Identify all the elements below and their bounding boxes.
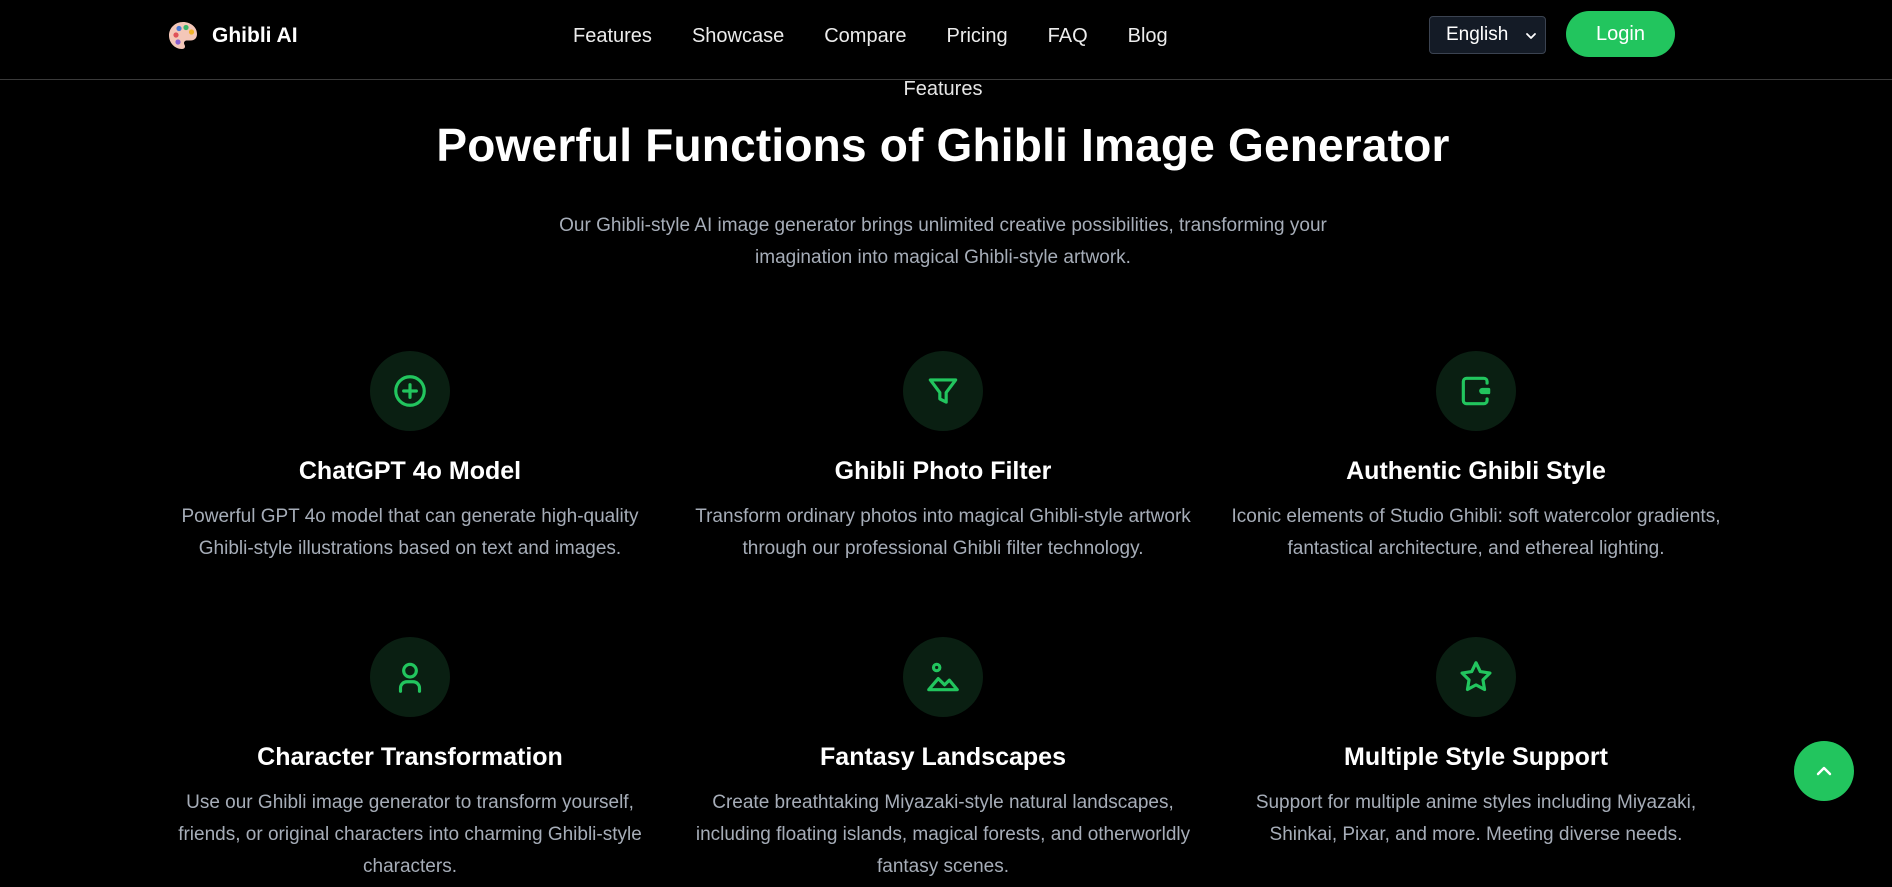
- user-icon: [398, 662, 422, 693]
- feature-description: Iconic elements of Studio Ghibli: soft w…: [1231, 506, 1721, 559]
- feature-title: Fantasy Landscapes: [820, 743, 1066, 771]
- feature-title: Authentic Ghibli Style: [1346, 457, 1606, 485]
- nav-features[interactable]: Features: [573, 25, 652, 48]
- landscape-icon: [927, 662, 959, 692]
- nav-blog[interactable]: Blog: [1128, 25, 1168, 48]
- language-select-value: English: [1446, 24, 1509, 45]
- feature-icon-badge: [903, 637, 983, 717]
- feature-title: Character Transformation: [257, 743, 563, 771]
- star-icon: [1460, 661, 1492, 692]
- chevron-down-icon: [1526, 33, 1536, 39]
- brand[interactable]: Ghibli AI: [166, 20, 298, 52]
- brand-name: Ghibli AI: [212, 24, 298, 47]
- chevron-up-icon: [1816, 766, 1832, 776]
- feature-card: Fantasy Landscapes Create breathtaking M…: [683, 637, 1203, 883]
- nav-compare[interactable]: Compare: [824, 25, 906, 48]
- feature-title: Ghibli Photo Filter: [834, 457, 1052, 485]
- login-button[interactable]: Login: [1566, 11, 1675, 57]
- feature-card: Ghibli Photo Filter Transform ordinary p…: [683, 351, 1203, 565]
- section-subtitle: Our Ghibli-style AI image generator brin…: [559, 215, 1327, 268]
- feature-description: Support for multiple anime styles includ…: [1255, 792, 1697, 845]
- feature-card: ChatGPT 4o Model Powerful GPT 4o model t…: [150, 351, 670, 565]
- section-eyebrow: Features: [903, 78, 983, 100]
- palette-logo-icon: [169, 22, 197, 49]
- feature-icon-badge: [370, 351, 450, 431]
- feature-title: ChatGPT 4o Model: [298, 457, 522, 485]
- feature-description: Use our Ghibli image generator to transf…: [178, 792, 642, 877]
- feature-icon-badge: [1436, 637, 1516, 717]
- feature-card: Character Transformation Use our Ghibli …: [150, 637, 670, 883]
- nav-pricing[interactable]: Pricing: [946, 25, 1007, 48]
- feature-description: Powerful GPT 4o model that can generate …: [181, 506, 639, 559]
- plus-circle-icon: [394, 375, 426, 407]
- scroll-to-top-button[interactable]: [1794, 741, 1854, 801]
- feature-icon-badge: [1436, 351, 1516, 431]
- wallet-icon: [1461, 376, 1491, 406]
- feature-icon-badge: [903, 351, 983, 431]
- nav-faq[interactable]: FAQ: [1048, 25, 1088, 48]
- feature-card: Authentic Ghibli Style Iconic elements o…: [1216, 351, 1736, 565]
- feature-description: Transform ordinary photos into magical G…: [695, 506, 1191, 559]
- section-title: Powerful Functions of Ghibli Image Gener…: [436, 119, 1450, 171]
- nav-showcase[interactable]: Showcase: [692, 25, 784, 48]
- feature-title: Multiple Style Support: [1344, 743, 1608, 771]
- feature-description: Create breathtaking Miyazaki-style natur…: [695, 792, 1191, 877]
- feature-icon-badge: [370, 637, 450, 717]
- feature-card: Multiple Style Support Support for multi…: [1216, 637, 1736, 851]
- top-navbar: Ghibli AI Features Showcase Compare Pric…: [0, 0, 1892, 80]
- filter-icon: [928, 378, 958, 404]
- language-select[interactable]: English: [1429, 16, 1546, 54]
- main-nav: Features Showcase Compare Pricing FAQ Bl…: [573, 22, 1168, 50]
